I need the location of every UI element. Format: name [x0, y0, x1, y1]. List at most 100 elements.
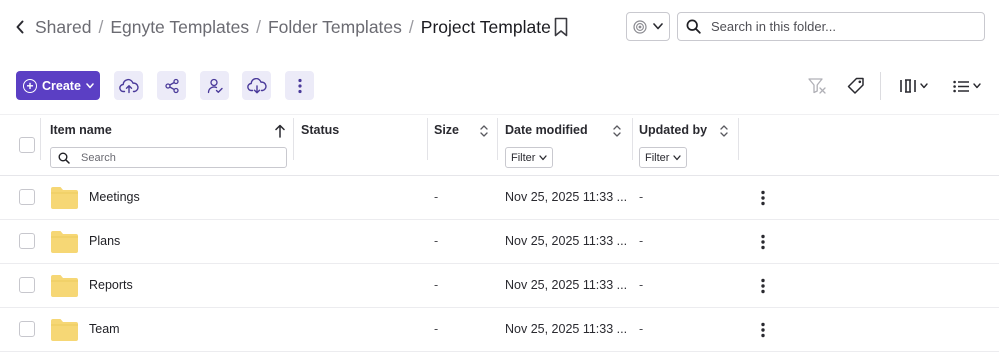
columns-icon: [900, 79, 916, 93]
column-divider: [293, 118, 294, 160]
assign-button[interactable]: [200, 71, 229, 100]
plus-circle-icon: +: [23, 78, 37, 93]
column-header-item-name[interactable]: Item name: [50, 123, 112, 137]
filter-label: Filter: [511, 151, 536, 164]
create-button-label: Create: [42, 78, 81, 93]
bookmark-button[interactable]: [552, 16, 570, 38]
more-actions-button[interactable]: [285, 71, 314, 100]
item-date-modified: Nov 25, 2025 11:33 ...: [505, 234, 628, 248]
chevron-down-icon: [653, 23, 663, 30]
sort-icon[interactable]: [479, 124, 489, 138]
list-view-icon: [953, 80, 969, 92]
bookmark-icon: [554, 17, 568, 37]
breadcrumb-separator: /: [98, 17, 104, 37]
column-header-size[interactable]: Size: [434, 123, 459, 137]
column-divider: [497, 118, 498, 160]
item-size: -: [434, 322, 439, 336]
folder-icon: [51, 231, 78, 253]
filter-clear-icon: [808, 78, 826, 94]
item-date-modified: Nov 25, 2025 11:33 ...: [505, 190, 628, 204]
item-size: -: [434, 190, 439, 204]
sort-icon[interactable]: [719, 124, 729, 138]
search-input[interactable]: [711, 19, 971, 34]
chevron-down-icon: [673, 154, 682, 160]
chevron-left-icon: [16, 20, 24, 34]
table-row[interactable]: Reports - Nov 25, 2025 11:33 ... -: [0, 264, 999, 308]
item-name-search-input[interactable]: [81, 151, 281, 164]
row-actions-button[interactable]: [754, 276, 772, 296]
row-actions-button[interactable]: [754, 320, 772, 340]
table-row[interactable]: Team - Nov 25, 2025 11:33 ... -: [0, 308, 999, 352]
item-size: -: [434, 234, 439, 248]
upload-button[interactable]: [114, 71, 143, 100]
column-header-updated-by[interactable]: Updated by: [639, 123, 707, 137]
breadcrumb-item-folder-templates[interactable]: Folder Templates: [268, 15, 402, 39]
columns-menu-button[interactable]: [897, 73, 930, 99]
item-date-modified: Nov 25, 2025 11:33 ...: [505, 278, 628, 292]
folder-search: [677, 12, 985, 41]
row-checkbox[interactable]: [19, 189, 35, 205]
column-divider: [738, 118, 739, 160]
item-updated-by: -: [639, 190, 644, 204]
folder-icon: [51, 275, 78, 297]
download-button[interactable]: [242, 71, 271, 100]
item-name[interactable]: Plans: [89, 234, 120, 248]
download-icon: [246, 77, 267, 93]
more-vertical-icon: [761, 234, 765, 250]
toolbar-divider: [880, 72, 881, 100]
row-actions-button[interactable]: [754, 232, 772, 252]
chevron-down-icon: [973, 83, 981, 89]
breadcrumb-separator: /: [408, 17, 414, 37]
breadcrumb-item-shared[interactable]: Shared: [35, 15, 91, 39]
page-title: Project Template: [420, 17, 551, 37]
chevron-down-icon: [86, 82, 94, 88]
chevron-down-icon: [920, 83, 928, 89]
breadcrumb: Shared / Egnyte Templates / Folder Templ…: [35, 15, 551, 39]
search-icon: [686, 19, 701, 34]
share-button[interactable]: [157, 71, 186, 100]
item-updated-by: -: [639, 322, 644, 336]
column-header-date-modified[interactable]: Date modified: [505, 123, 588, 137]
column-divider: [632, 118, 633, 160]
item-name[interactable]: Reports: [89, 278, 133, 292]
updated-by-filter-dropdown[interactable]: Filter: [639, 147, 688, 168]
tags-button[interactable]: [845, 73, 867, 99]
create-button[interactable]: + Create: [16, 71, 100, 100]
more-vertical-icon: [761, 190, 765, 206]
back-button[interactable]: [10, 15, 30, 39]
assign-user-icon: [207, 78, 223, 93]
item-date-modified: Nov 25, 2025 11:33 ...: [505, 322, 628, 336]
filter-label: Filter: [645, 151, 670, 164]
row-checkbox[interactable]: [19, 277, 35, 293]
row-actions-button[interactable]: [754, 188, 772, 208]
date-modified-filter-dropdown[interactable]: Filter: [505, 147, 554, 168]
item-name[interactable]: Team: [89, 322, 120, 336]
breadcrumb-item-egnyte-templates[interactable]: Egnyte Templates: [110, 15, 249, 39]
search-scope-dropdown[interactable]: [626, 12, 670, 41]
select-all-checkbox[interactable]: [19, 137, 35, 153]
column-header-status[interactable]: Status: [301, 123, 339, 137]
item-size: -: [434, 278, 439, 292]
item-name[interactable]: Meetings: [89, 190, 140, 204]
sort-ascending-icon[interactable]: [275, 124, 285, 138]
table-row[interactable]: Plans - Nov 25, 2025 11:33 ... -: [0, 220, 999, 264]
share-icon: [164, 78, 179, 93]
table-row[interactable]: Meetings - Nov 25, 2025 11:33 ... -: [0, 176, 999, 220]
row-checkbox[interactable]: [19, 321, 35, 337]
row-checkbox[interactable]: [19, 233, 35, 249]
more-vertical-icon: [297, 78, 302, 93]
scope-target-icon: [633, 19, 647, 34]
clear-filters-button[interactable]: [806, 73, 828, 99]
column-divider: [40, 118, 41, 160]
search-icon: [58, 152, 70, 164]
more-vertical-icon: [761, 322, 765, 338]
folder-icon: [51, 187, 78, 209]
folder-icon: [51, 319, 78, 341]
view-mode-button[interactable]: [950, 73, 984, 99]
item-name-filter: [50, 147, 287, 168]
item-updated-by: -: [639, 234, 644, 248]
column-divider: [427, 118, 428, 160]
tag-icon: [847, 77, 864, 94]
sort-icon[interactable]: [612, 124, 622, 138]
breadcrumb-separator: /: [256, 17, 261, 37]
